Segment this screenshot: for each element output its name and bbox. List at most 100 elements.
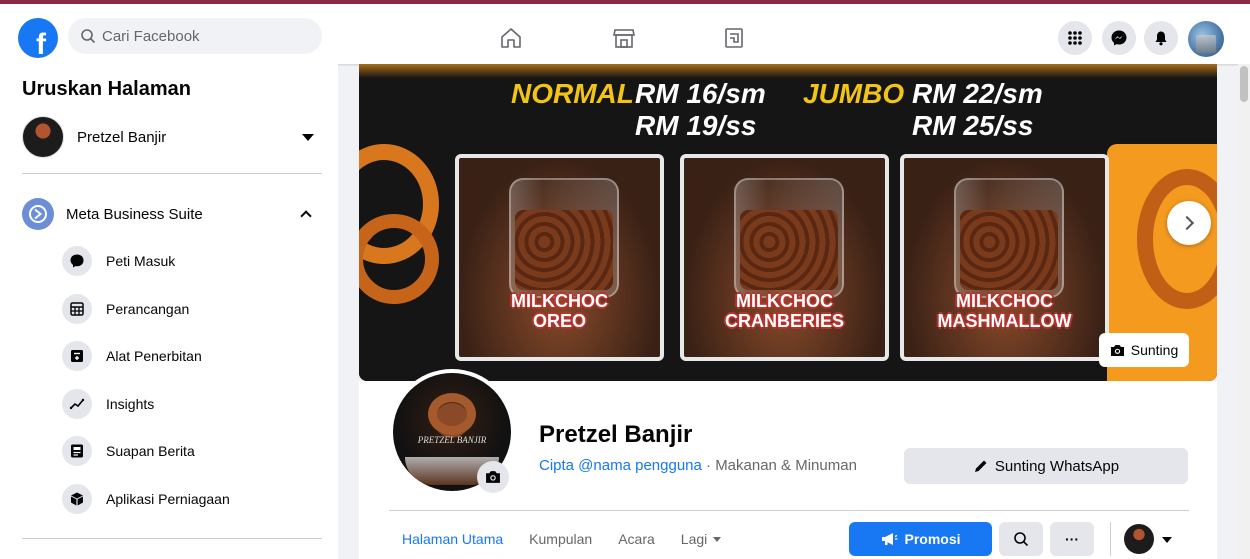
meta-business-suite-icon — [22, 198, 54, 230]
cover-top-strip — [359, 64, 1217, 78]
marketplace-icon[interactable] — [610, 24, 638, 52]
page-tabs: Halaman Utama Kumpulan Acara Lagi — [389, 519, 734, 559]
jumbo-price-ss: RM 25/ss — [912, 110, 1034, 141]
cover-next-button[interactable] — [1167, 201, 1211, 245]
insights-icon — [62, 389, 92, 419]
sidebar-item-label: Perancangan — [106, 301, 190, 317]
pages-icon[interactable] — [720, 24, 748, 52]
tab-events[interactable]: Acara — [605, 519, 668, 559]
sidebar-divider — [22, 173, 322, 174]
product-card-oreo: MILKCHOC OREO — [455, 154, 664, 361]
caret-down-icon — [713, 536, 722, 542]
sidebar-item-business-apps[interactable]: Aplikasi Perniagaan — [62, 481, 322, 517]
meta-business-suite-label: Meta Business Suite — [66, 205, 203, 223]
more-options-button[interactable]: ··· — [1050, 522, 1094, 556]
facebook-logo-icon[interactable]: f — [18, 18, 58, 58]
product-card-mashmallow: MILKCHOC MASHMALLOW — [900, 154, 1109, 361]
sidebar-item-insights[interactable]: Insights — [62, 386, 322, 422]
search-icon — [81, 29, 96, 44]
sidebar-item-inbox[interactable]: Peti Masuk — [62, 243, 322, 279]
sidebar-item-publishing-tools[interactable]: Alat Penerbitan — [62, 338, 322, 374]
tab-label: Lagi — [680, 531, 708, 547]
publishing-tools-icon — [62, 341, 92, 371]
product-label-line: MASHMALLOW — [937, 311, 1072, 331]
sidebar-item-planner[interactable]: Perancangan — [62, 291, 322, 327]
tab-label: Kumpulan — [529, 531, 593, 547]
chevron-right-icon — [1179, 215, 1195, 231]
chevron-up-icon — [300, 210, 312, 222]
camera-icon — [486, 471, 500, 483]
menu-grid-icon[interactable] — [1058, 21, 1092, 55]
product-label-line: MILKCHOC — [511, 291, 608, 311]
switch-profile-avatar[interactable] — [1124, 524, 1154, 554]
subtitle-separator: · — [701, 457, 716, 474]
pencil-icon — [974, 460, 987, 472]
product-label-line: CRANBERIES — [724, 311, 844, 331]
caret-down-icon — [302, 133, 314, 141]
create-username-link[interactable]: Cipta @nama pengguna — [539, 457, 702, 474]
product-label: MILKCHOC OREO — [459, 291, 660, 331]
messenger-icon[interactable] — [1102, 21, 1136, 55]
caret-down-icon[interactable] — [1162, 537, 1172, 543]
sidebar-item-label: Alat Penerbitan — [106, 348, 202, 364]
account-avatar[interactable] — [1188, 21, 1224, 57]
sidebar-item-label: Insights — [106, 396, 155, 412]
inbox-icon — [62, 246, 92, 276]
update-profile-picture-button[interactable] — [477, 461, 509, 493]
product-jar — [734, 178, 844, 298]
page-subtitle: Cipta @nama pengguna · Makanan & Minuman — [539, 457, 857, 474]
sidebar-divider — [22, 538, 322, 539]
facebook-logo-letter: f — [36, 28, 46, 58]
search-input[interactable] — [102, 27, 312, 45]
page-switcher-name: Pretzel Banjir — [77, 128, 167, 146]
product-label-line: MILKCHOC — [736, 291, 833, 311]
product-jar — [954, 178, 1064, 298]
product-jar — [509, 178, 619, 298]
normal-label: NORMAL — [511, 78, 634, 109]
sidebar-item-news-feed[interactable]: Suapan Berita — [62, 433, 322, 469]
sidebar-title: Uruskan Halaman — [22, 78, 191, 100]
search-page-button[interactable] — [999, 522, 1043, 556]
edit-whatsapp-label: Sunting WhatsApp — [994, 457, 1120, 475]
search-icon — [1014, 532, 1029, 547]
pretzel-graphic — [428, 393, 476, 435]
edit-cover-button[interactable]: Sunting — [1099, 333, 1189, 367]
page-category: Makanan & Minuman — [715, 457, 857, 474]
jumbo-price-sm: RM 22/sm — [912, 78, 1043, 109]
jar-contents — [515, 210, 613, 290]
edit-whatsapp-button[interactable]: Sunting WhatsApp — [904, 448, 1188, 484]
megaphone-icon — [882, 533, 898, 545]
normal-price-ss: RM 19/ss — [635, 110, 757, 141]
cover-photo[interactable]: NORMAL RM 16/sm RM 19/ss JUMBO RM 22/sm … — [359, 64, 1217, 381]
meta-business-suite-toggle[interactable]: Meta Business Suite — [22, 196, 318, 232]
tab-more[interactable]: Lagi — [668, 519, 734, 559]
normal-price-sm: RM 16/sm — [635, 78, 766, 109]
home-icon[interactable] — [497, 24, 525, 52]
page-scrollbar[interactable] — [1238, 64, 1250, 559]
more-dots-icon: ··· — [1065, 531, 1079, 547]
scrollbar-thumb[interactable] — [1240, 66, 1248, 102]
tab-label: Acara — [618, 531, 655, 547]
news-feed-icon — [62, 436, 92, 466]
product-label-line: MILKCHOC — [956, 291, 1053, 311]
planner-icon — [62, 294, 92, 324]
product-card-cranberies: MILKCHOC CRANBERIES — [680, 154, 889, 361]
product-label: MILKCHOC CRANBERIES — [684, 291, 885, 331]
product-label-line: OREO — [532, 311, 586, 331]
manage-page-sidebar: Uruskan Halaman Pretzel Banjir Meta Busi… — [0, 64, 338, 559]
page-title: Pretzel Banjir — [539, 421, 693, 448]
edit-cover-label: Sunting — [1130, 342, 1179, 358]
notification-bell-icon[interactable] — [1144, 21, 1178, 55]
promote-button[interactable]: Promosi — [849, 522, 992, 556]
tab-label: Halaman Utama — [402, 531, 504, 547]
business-apps-icon — [62, 484, 92, 514]
promote-label: Promosi — [904, 531, 961, 547]
profile-picture-text: PRETZEL BANJIR — [417, 435, 487, 445]
camera-icon — [1110, 344, 1124, 356]
page-switcher[interactable]: Pretzel Banjir — [22, 114, 318, 160]
jar-contents — [960, 210, 1058, 290]
tab-home[interactable]: Halaman Utama — [389, 519, 516, 559]
jumbo-label: JUMBO — [803, 78, 905, 109]
search-box[interactable] — [68, 18, 322, 54]
tab-groups[interactable]: Kumpulan — [516, 519, 605, 559]
